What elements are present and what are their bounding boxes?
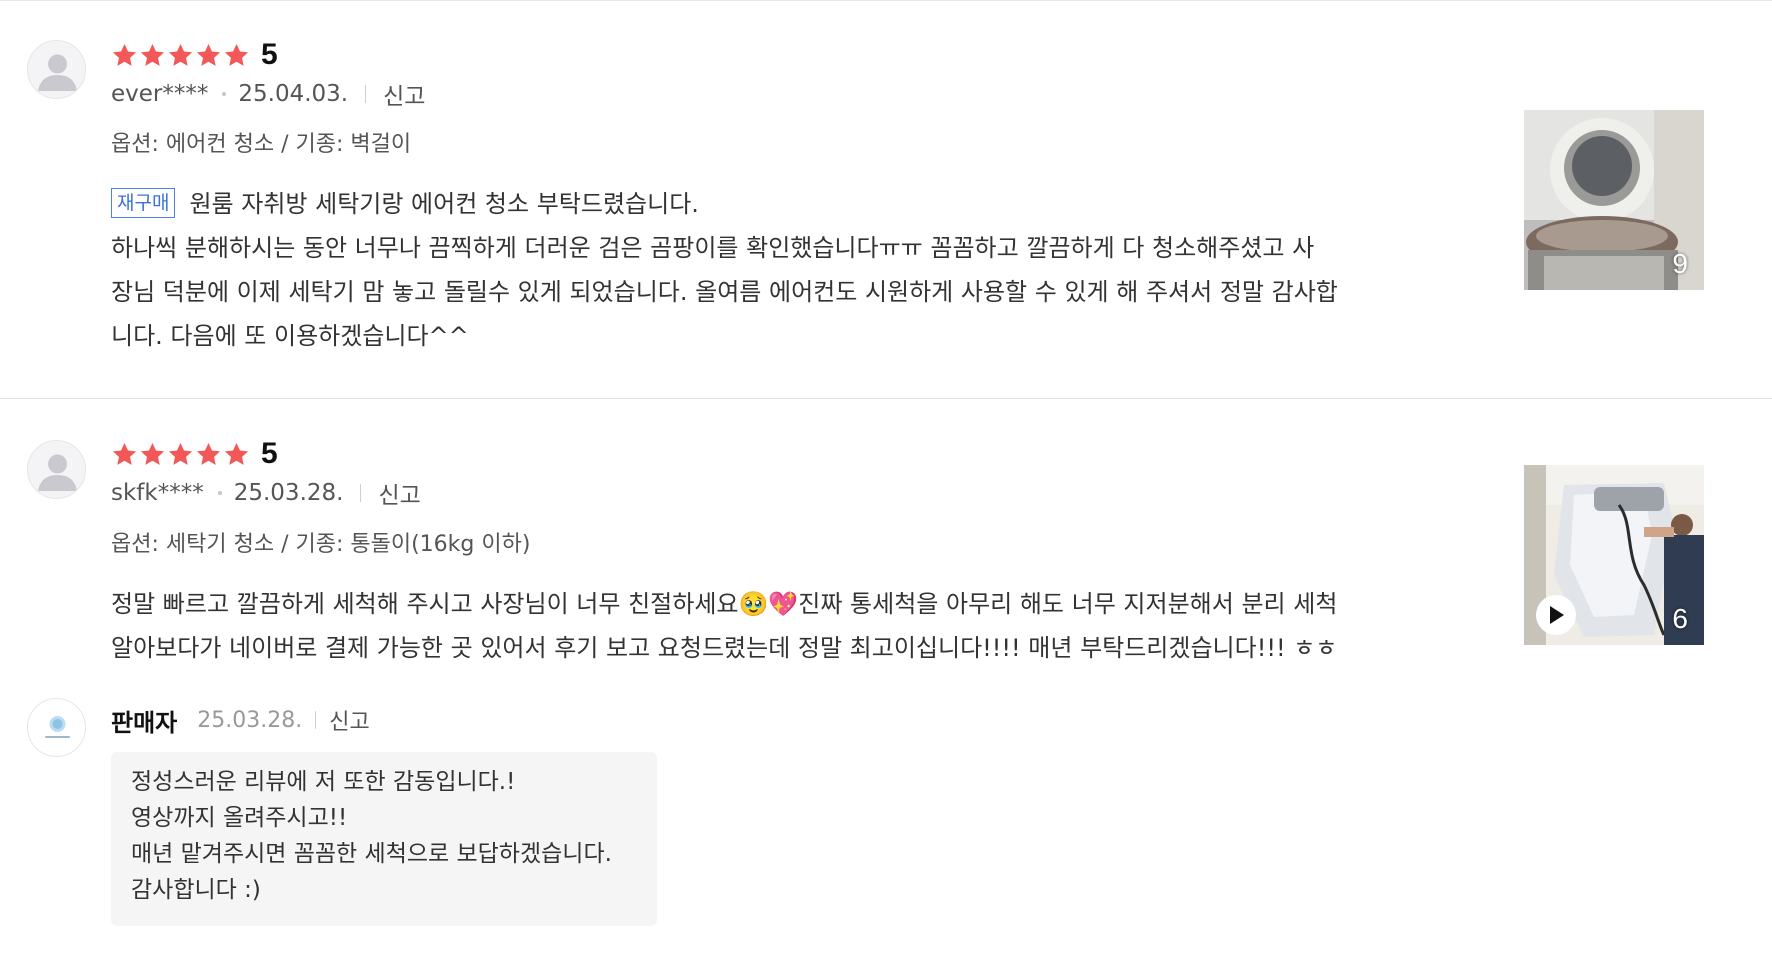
user-avatar [27, 40, 86, 99]
rating-score: 5 [261, 437, 278, 470]
star-rating: 5 [111, 38, 278, 72]
top-divider [0, 0, 1772, 1]
meta-separator [360, 484, 362, 502]
seller-reply-date: 25.03.28. [197, 707, 303, 733]
seller-reply-header: 판매자 25.03.28. 신고 [111, 704, 370, 737]
seller-avatar [27, 698, 86, 757]
play-icon[interactable] [1536, 595, 1576, 635]
photo-count: 6 [1672, 603, 1688, 634]
star-icon [140, 442, 165, 465]
review-text: 재구매 원룸 자취방 세탁기랑 에어컨 청소 부탁드렸습니다. 하나씩 분해하시는… [111, 182, 1451, 358]
seller-reply-bubble: 정성스러운 리뷰에 저 또한 감동입니다.! 영상까지 올려주시고!! 매년 맡… [111, 752, 657, 926]
review-meta: skfk**** 25.03.28. 신고 [111, 476, 421, 510]
reply-line: 정성스러운 리뷰에 저 또한 감동입니다.! [131, 769, 516, 795]
review-line: 정말 빠르고 깔끔하게 세척해 주시고 사장님이 너무 친절하세요🥹💖진짜 통세… [111, 590, 1338, 618]
star-rating: 5 [111, 437, 278, 471]
meta-separator [315, 711, 317, 729]
review-line: 하나씩 분해하시는 동안 너무나 끔찍하게 더러운 검은 곰팡이를 확인했습니다… [111, 234, 1315, 262]
report-link[interactable]: 신고 [378, 476, 420, 510]
star-icon [112, 442, 137, 465]
review-photo-thumbnail[interactable]: 9 [1524, 110, 1704, 290]
user-avatar [27, 440, 86, 499]
review-date: 25.04.03. [238, 81, 349, 107]
review-line: 장님 덕분에 이제 세탁기 맘 놓고 돌릴수 있게 되었습니다. 올여름 에어컨… [111, 278, 1338, 306]
reviewer-id: ever**** [111, 81, 209, 107]
review-line: 니다. 다음에 또 이용하겠습니다^^ [111, 322, 469, 350]
star-icon [140, 43, 165, 66]
review-divider [0, 398, 1772, 399]
review-video-thumbnail[interactable]: 6 [1524, 465, 1704, 645]
reply-line: 감사합니다 :) [131, 877, 261, 903]
review-line: 알아보다가 네이버로 결제 가능한 곳 있어서 후기 보고 요청드렸는데 정말 … [111, 634, 1338, 662]
review-text: 정말 빠르고 깔끔하게 세척해 주시고 사장님이 너무 친절하세요🥹💖진짜 통세… [111, 582, 1451, 670]
meta-dot-separator [217, 491, 222, 495]
rating-score: 5 [261, 38, 278, 71]
star-icon [196, 43, 221, 66]
person-icon [38, 54, 77, 91]
review-date: 25.03.28. [233, 480, 344, 506]
star-icon [224, 43, 249, 66]
star-icon [168, 43, 193, 66]
meta-separator [365, 85, 367, 103]
reply-line: 영상까지 올려주시고!! [131, 805, 348, 831]
purchase-option: 옵션: 세탁기 청소 / 기종: 통돌이(16kg 이하) [111, 532, 531, 557]
star-icon [196, 442, 221, 465]
review-meta: ever**** 25.04.03. 신고 [111, 77, 425, 111]
reviewer-id: skfk**** [111, 480, 204, 506]
person-icon [38, 454, 77, 491]
seller-name: 판매자 [111, 708, 178, 737]
repurchase-badge: 재구매 [111, 188, 176, 218]
report-link[interactable]: 신고 [383, 77, 425, 111]
star-icon [224, 442, 249, 465]
star-icon [112, 43, 137, 66]
purchase-option: 옵션: 에어컨 청소 / 기종: 벽걸이 [111, 132, 412, 157]
report-link[interactable]: 신고 [329, 704, 369, 736]
reply-line: 매년 맡겨주시면 꼼꼼한 세척으로 보답하겠습니다. [131, 841, 612, 867]
photo-count: 9 [1672, 248, 1688, 279]
seller-logo-icon [45, 716, 70, 738]
star-icon [168, 442, 193, 465]
meta-dot-separator [222, 92, 227, 96]
review-line: 원룸 자취방 세탁기랑 에어컨 청소 부탁드렸습니다. [189, 190, 699, 218]
